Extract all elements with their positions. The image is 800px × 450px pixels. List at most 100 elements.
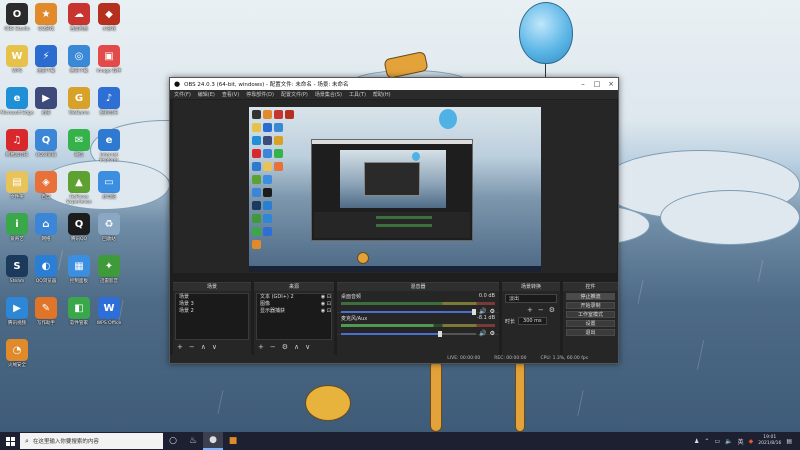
menu-view[interactable]: 查看(V) xyxy=(222,91,239,98)
baidu-netdisk-desktop-icon[interactable]: ☁ 百度网盘 xyxy=(62,3,96,32)
eye-icon[interactable]: ◉ xyxy=(321,301,325,308)
menu-help[interactable]: 帮助(H) xyxy=(373,91,391,98)
taskbar-steam-icon[interactable]: ♨ xyxy=(183,432,203,450)
remove-icon[interactable]: − xyxy=(270,343,276,351)
wps-office-desktop-icon[interactable]: W WPS Office xyxy=(92,297,126,326)
start-recording-button[interactable]: 开始录制 xyxy=(566,302,615,309)
minimize-icon[interactable]: – xyxy=(576,80,590,88)
menu-scene-collection[interactable]: 场景集合(S) xyxy=(315,91,342,98)
move-down-icon[interactable]: ∨ xyxy=(305,343,310,351)
volume-knob[interactable] xyxy=(438,330,443,337)
huorong-desktop-icon[interactable]: ◔ 火绒安全 xyxy=(0,339,34,368)
volume-knob[interactable] xyxy=(472,308,477,315)
edge-glyph-icon: e xyxy=(6,87,28,109)
tencent-qq-desktop-icon[interactable]: Q 腾讯QQ xyxy=(62,213,96,242)
gear-icon[interactable]: ⚙ xyxy=(549,306,555,314)
control-panel-desktop-icon[interactable]: ▦ 控制面板 xyxy=(62,255,96,284)
wegame-desktop-icon[interactable]: G WeGame xyxy=(62,87,96,116)
notification-icon[interactable]: ▤ xyxy=(786,438,792,445)
kugou-desktop-icon[interactable]: ♪ 酷狗音乐 xyxy=(92,87,126,116)
move-down-icon[interactable]: ∨ xyxy=(212,343,217,351)
stop-streaming-button[interactable]: 停止推流 xyxy=(566,293,615,300)
preview-canvas[interactable] xyxy=(249,107,541,272)
xunlei-player-desktop-icon[interactable]: ✦ 迅雷影音 xyxy=(92,255,126,284)
add-icon[interactable]: + xyxy=(258,343,264,351)
settings-button[interactable]: 设置 xyxy=(566,320,615,327)
baidu-desktop-icon[interactable]: ◈ 百度 xyxy=(29,171,63,200)
tencent-download-desktop-icon[interactable]: ◎ 腾讯下载 xyxy=(62,45,96,74)
remove-icon[interactable]: − xyxy=(189,343,195,351)
preview-area[interactable] xyxy=(173,100,617,273)
network-desktop-icon[interactable]: ⌂ 网络 xyxy=(29,213,63,242)
qq-game-glyph-icon: ★ xyxy=(35,3,57,25)
clock-date: 2021/8/16 xyxy=(758,441,782,446)
speaker-icon[interactable]: 🔊 xyxy=(479,308,486,315)
move-up-icon[interactable]: ∧ xyxy=(201,343,206,351)
thunder-desktop-icon[interactable]: ⚡ 迅雷下载 xyxy=(29,45,63,74)
menu-tools[interactable]: 工具(T) xyxy=(349,91,366,98)
add-icon[interactable]: + xyxy=(527,306,533,314)
qq-browser2-desktop-icon[interactable]: ◐ QQ浏览器 xyxy=(29,255,63,284)
desktop-icon-label: WPS Office xyxy=(96,321,122,326)
qq-game-desktop-icon[interactable]: ★ QQ游戏 xyxy=(29,3,63,32)
this-pc-desktop-icon[interactable]: ▭ 此电脑 xyxy=(92,171,126,200)
writing-desktop-icon[interactable]: ✎ 写作助手 xyxy=(29,297,63,326)
qq-browser-desktop-icon[interactable]: Q QQ浏览器 xyxy=(29,129,63,158)
scene-item[interactable]: 场景 3 xyxy=(176,301,248,308)
speaker-icon[interactable]: 🔊 xyxy=(479,330,486,337)
menu-edit[interactable]: 编辑(E) xyxy=(198,91,215,98)
rec-timer: REC: 00:00:00 xyxy=(494,356,527,361)
xunlei-desktop-icon[interactable]: ▶ 迅雷 xyxy=(29,87,63,116)
taskbar-app-icon[interactable]: ■ xyxy=(223,432,243,450)
scene-item[interactable]: 场景 xyxy=(176,294,248,301)
gear-icon[interactable]: ⚙ xyxy=(490,330,495,337)
clock[interactable]: 19:01 2021/8/16 xyxy=(758,435,781,447)
menu-docks[interactable]: 停靠部件(D) xyxy=(246,91,274,98)
duration-input[interactable]: 300 ms xyxy=(518,317,547,325)
software-manager-desktop-icon[interactable]: ◧ 软件管家 xyxy=(62,297,96,326)
menu-file[interactable]: 文件(F) xyxy=(174,91,191,98)
geforce-desktop-icon[interactable]: ▲ GeForce Experience xyxy=(62,171,96,205)
chevron-up-icon[interactable]: ⌃ xyxy=(704,438,709,445)
move-up-icon[interactable]: ∧ xyxy=(294,343,299,351)
gear-icon[interactable]: ⚙ xyxy=(282,343,288,351)
maximize-icon[interactable]: □ xyxy=(590,80,604,88)
antivirus-icon[interactable]: ◆ xyxy=(749,438,754,445)
remove-icon[interactable]: − xyxy=(538,306,544,314)
source-item[interactable]: 显示器捕获 ◉ ⊡ xyxy=(257,308,331,315)
transition-select[interactable]: 淡出 xyxy=(505,294,557,303)
start-button[interactable] xyxy=(0,432,20,450)
network-icon[interactable]: ▭ xyxy=(714,438,720,445)
steam-glyph-icon: S xyxy=(6,255,28,277)
ie-desktop-icon[interactable]: e Internet Explorer xyxy=(92,129,126,163)
taskbar-search[interactable]: ⌕ 在这里输入你要搜索的内容 xyxy=(20,433,163,449)
exit-button[interactable]: 退出 xyxy=(566,329,615,336)
menu-profile[interactable]: 配置文件(P) xyxy=(281,91,308,98)
source-item[interactable]: 文本 (GDI+) 2 ◉ ⊡ xyxy=(257,294,331,301)
eye-icon[interactable]: ◉ xyxy=(321,294,325,301)
task-view-icon[interactable]: ○ xyxy=(163,432,183,450)
image-app-desktop-icon[interactable]: ▣ Image 软件 xyxy=(92,45,126,74)
preview-icon xyxy=(252,175,261,184)
source-item[interactable]: 图像 ◉ ⊡ xyxy=(257,301,331,308)
add-icon[interactable]: + xyxy=(177,343,183,351)
lock-icon[interactable]: ⊡ xyxy=(327,301,331,308)
input-method-icon[interactable]: 英 xyxy=(738,437,744,446)
scene-item[interactable]: 场景 2 xyxy=(176,308,248,315)
obs-title-bar[interactable]: ● OBS 24.0.3 (64-bit, windows) - 配置文件: 未… xyxy=(170,78,618,90)
mini-game-desktop-icon[interactable]: ◆ 小游戏 xyxy=(92,3,126,32)
preview-icon xyxy=(263,123,272,132)
recycle-bin-desktop-icon[interactable]: ♻ 回收站 xyxy=(92,213,126,242)
gear-icon[interactable]: ⚙ xyxy=(490,308,495,315)
volume-slider[interactable] xyxy=(341,308,477,315)
lock-icon[interactable]: ⊡ xyxy=(327,308,331,315)
wechat-desktop-icon[interactable]: ✉ 微信 xyxy=(62,129,96,158)
people-icon[interactable]: ♟ xyxy=(694,438,699,445)
volume-slider[interactable] xyxy=(341,330,477,337)
lock-icon[interactable]: ⊡ xyxy=(327,294,331,301)
eye-icon[interactable]: ◉ xyxy=(321,308,325,315)
volume-icon[interactable]: 🔈 xyxy=(725,438,732,445)
close-icon[interactable]: × xyxy=(604,80,618,88)
studio-mode-button[interactable]: 工作室模式 xyxy=(566,311,615,318)
taskbar-obs-icon[interactable]: ● xyxy=(203,432,223,450)
